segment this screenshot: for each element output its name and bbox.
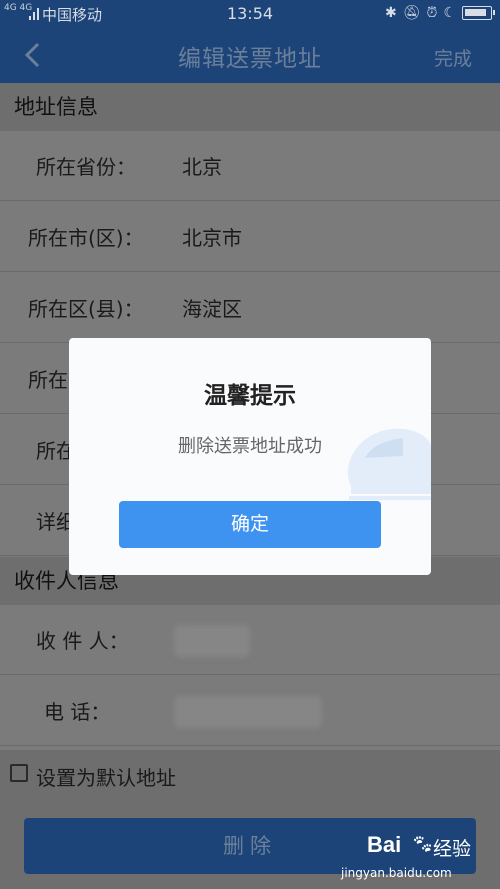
status-bar: 4G 4G 中国移动 13:54 ✱ 🔕︎ ⏰︎ ☾ xyxy=(0,0,500,28)
phone-label: 电 话： xyxy=(44,700,111,724)
default-address-checkbox[interactable] xyxy=(10,764,28,782)
phone-row[interactable]: 电 话： xyxy=(0,676,500,746)
nav-bar: 编辑送票地址 完成 xyxy=(0,28,500,83)
moon-icon: ☾ xyxy=(443,5,456,21)
watermark-brand: Bai xyxy=(367,832,402,857)
city-value: 北京市 xyxy=(182,226,242,250)
mute-icon: 🔕︎ xyxy=(402,5,421,21)
paw-icon: 🐾︎ xyxy=(411,834,434,855)
watermark-url: jingyan.baidu.com xyxy=(341,866,452,880)
address-row-4-label: 所在 xyxy=(28,368,68,392)
battery-icon xyxy=(462,6,495,20)
success-dialog: 温馨提示 删除送票地址成功 确定 xyxy=(69,338,431,575)
confirm-button[interactable]: 确定 xyxy=(119,501,381,548)
province-label: 所在省份： xyxy=(36,155,136,179)
address-section-header: 地址信息 xyxy=(0,83,500,131)
watermark-name: 经验 xyxy=(433,838,472,860)
page-title: 编辑送票地址 xyxy=(178,46,322,72)
recipient-name-label: 收 件 人： xyxy=(36,629,129,653)
dialog-title: 温馨提示 xyxy=(204,383,296,409)
phone-value-blurred xyxy=(174,696,322,728)
bluetooth-icon: ✱ xyxy=(385,5,397,21)
default-address-label: 设置为默认地址 xyxy=(36,766,176,790)
train-icon xyxy=(347,428,431,500)
province-value: 北京 xyxy=(182,155,222,179)
recipient-name-value-blurred xyxy=(174,625,250,657)
dialog-message: 删除送票地址成功 xyxy=(178,436,322,457)
alarm-icon: ⏰︎ xyxy=(426,5,438,21)
default-address-option[interactable]: 设置为默认地址 xyxy=(0,750,500,802)
city-label: 所在市(区)： xyxy=(28,226,144,250)
district-row[interactable]: 所在区(县)： 海淀区 xyxy=(0,273,500,343)
baidu-jingyan-watermark: Bai 🐾︎ 经验 jingyan.baidu.com xyxy=(337,832,492,887)
district-label: 所在区(县)： xyxy=(28,297,144,321)
city-row[interactable]: 所在市(区)： 北京市 xyxy=(0,202,500,272)
province-row[interactable]: 所在省份： 北京 xyxy=(0,131,500,201)
district-value: 海淀区 xyxy=(182,297,242,321)
recipient-name-row[interactable]: 收 件 人： xyxy=(0,605,500,675)
done-button[interactable]: 完成 xyxy=(434,44,472,71)
